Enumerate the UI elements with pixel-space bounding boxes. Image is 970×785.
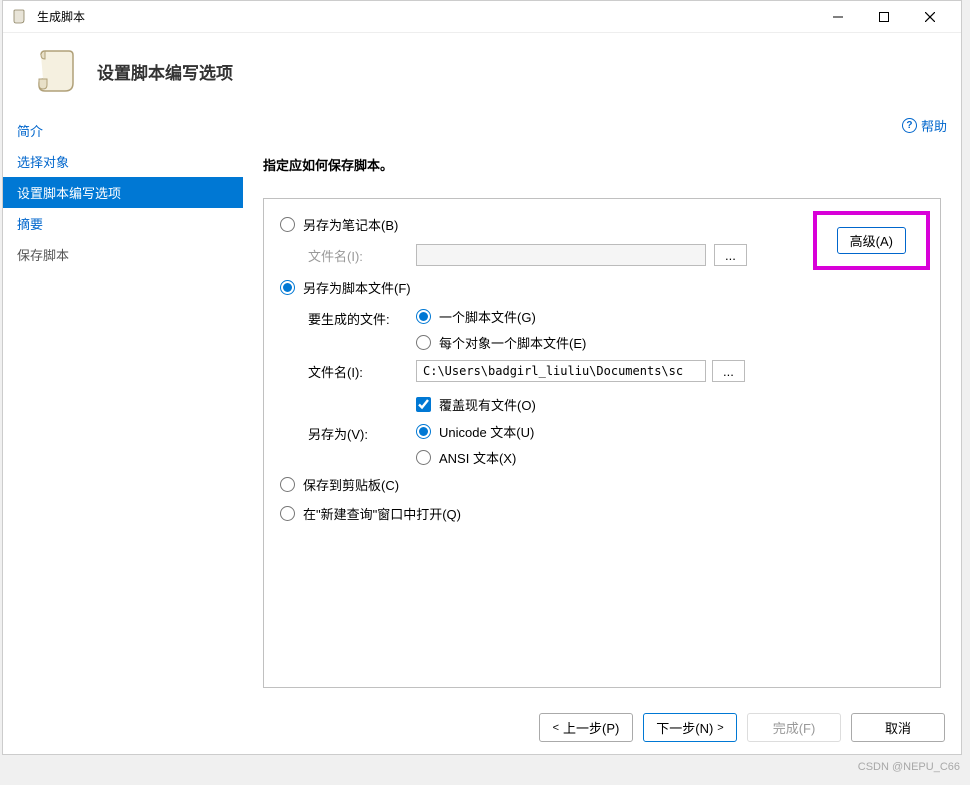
chevron-left-icon: < (553, 722, 559, 734)
ansi-option[interactable]: ANSI 文本(X) (416, 448, 534, 467)
watermark: CSDN @NEPU_C66 (858, 761, 960, 773)
files-to-generate-label: 要生成的文件: (308, 307, 416, 328)
dialog-window: 生成脚本 设置脚本编写选项 简介 选择对象 设置脚本编写选项 摘要 保存脚本 (2, 0, 962, 755)
save-as-notebook-radio[interactable] (280, 217, 295, 232)
open-in-new-query-label: 在"新建查询"窗口中打开(Q) (303, 504, 461, 523)
save-as-notebook-label: 另存为笔记本(B) (303, 215, 398, 234)
wizard-footer: <上一步(P) 下一步(N)> 完成(F) 取消 (539, 713, 945, 742)
cancel-button[interactable]: 取消 (851, 713, 945, 742)
options-group: 高级(A) 另存为笔记本(B) 文件名(I): ... 另存为脚本文件(F) (263, 198, 941, 688)
window-title: 生成脚本 (37, 8, 815, 25)
help-label: 帮助 (921, 116, 947, 135)
filename-label: 文件名(I): (308, 360, 416, 381)
close-button[interactable] (907, 3, 953, 31)
window-controls (815, 3, 953, 31)
filename-input[interactable] (416, 360, 706, 382)
main-panel: ? 帮助 指定应如何保存脚本。 高级(A) 另存为笔记本(B) 文件名(I): … (243, 115, 961, 713)
maximize-button[interactable] (861, 3, 907, 31)
ansi-radio[interactable] (416, 450, 431, 465)
finish-button: 完成(F) (747, 713, 841, 742)
notebook-browse-button[interactable]: ... (714, 244, 747, 266)
save-as-encoding-label: 另存为(V): (308, 422, 416, 443)
per-object-file-option[interactable]: 每个对象一个脚本文件(E) (416, 333, 586, 352)
titlebar: 生成脚本 (3, 1, 961, 33)
content-area: 简介 选择对象 设置脚本编写选项 摘要 保存脚本 ? 帮助 指定应如何保存脚本。… (3, 115, 961, 713)
help-link[interactable]: ? 帮助 (902, 116, 947, 135)
chevron-right-icon: > (717, 722, 723, 734)
sidebar-item-summary[interactable]: 摘要 (3, 208, 243, 239)
single-file-option[interactable]: 一个脚本文件(G) (416, 307, 586, 326)
prev-button[interactable]: <上一步(P) (539, 713, 633, 742)
instruction-text: 指定应如何保存脚本。 (263, 155, 941, 174)
unicode-label: Unicode 文本(U) (439, 422, 534, 441)
advanced-button[interactable]: 高级(A) (837, 227, 906, 254)
script-file-subgroup: 要生成的文件: 一个脚本文件(G) 每个对象一个脚本文件(E) (308, 307, 924, 467)
overwrite-checkbox[interactable] (416, 397, 431, 412)
unicode-option[interactable]: Unicode 文本(U) (416, 422, 534, 441)
notebook-filename-label: 文件名(I): (308, 246, 408, 265)
sidebar: 简介 选择对象 设置脚本编写选项 摘要 保存脚本 (3, 115, 243, 713)
save-as-script-file-radio[interactable] (280, 280, 295, 295)
open-in-new-query-radio[interactable] (280, 506, 295, 521)
app-icon (11, 8, 29, 26)
help-icon: ? (902, 118, 917, 133)
files-to-generate-row: 要生成的文件: 一个脚本文件(G) 每个对象一个脚本文件(E) (308, 307, 924, 352)
save-to-clipboard-radio[interactable] (280, 477, 295, 492)
sidebar-item-intro[interactable]: 简介 (3, 115, 243, 146)
single-file-radio[interactable] (416, 309, 431, 324)
filename-row: 文件名(I): ... 覆盖现有文件(O) (308, 360, 924, 414)
overwrite-label: 覆盖现有文件(O) (439, 395, 536, 414)
ansi-label: ANSI 文本(X) (439, 448, 516, 467)
sidebar-item-select-objects[interactable]: 选择对象 (3, 146, 243, 177)
save-as-script-file-option[interactable]: 另存为脚本文件(F) (280, 278, 924, 297)
sidebar-item-save-script[interactable]: 保存脚本 (3, 239, 243, 270)
minimize-button[interactable] (815, 3, 861, 31)
save-as-script-file-label: 另存为脚本文件(F) (303, 278, 411, 297)
save-to-clipboard-label: 保存到剪贴板(C) (303, 475, 399, 494)
scroll-icon (31, 47, 79, 95)
sidebar-item-script-options[interactable]: 设置脚本编写选项 (3, 177, 243, 208)
advanced-highlight: 高级(A) (813, 211, 930, 270)
browse-button[interactable]: ... (712, 360, 745, 382)
page-title: 设置脚本编写选项 (97, 59, 233, 84)
notebook-filename-input (416, 244, 706, 266)
unicode-radio[interactable] (416, 424, 431, 439)
single-file-label: 一个脚本文件(G) (439, 307, 536, 326)
save-as-encoding-row: 另存为(V): Unicode 文本(U) ANSI 文本(X) (308, 422, 924, 467)
header-section: 设置脚本编写选项 (3, 33, 961, 115)
save-to-clipboard-option[interactable]: 保存到剪贴板(C) (280, 475, 924, 494)
per-object-file-radio[interactable] (416, 335, 431, 350)
open-in-new-query-option[interactable]: 在"新建查询"窗口中打开(Q) (280, 504, 924, 523)
next-button[interactable]: 下一步(N)> (643, 713, 737, 742)
overwrite-option[interactable]: 覆盖现有文件(O) (416, 395, 745, 414)
per-object-file-label: 每个对象一个脚本文件(E) (439, 333, 586, 352)
